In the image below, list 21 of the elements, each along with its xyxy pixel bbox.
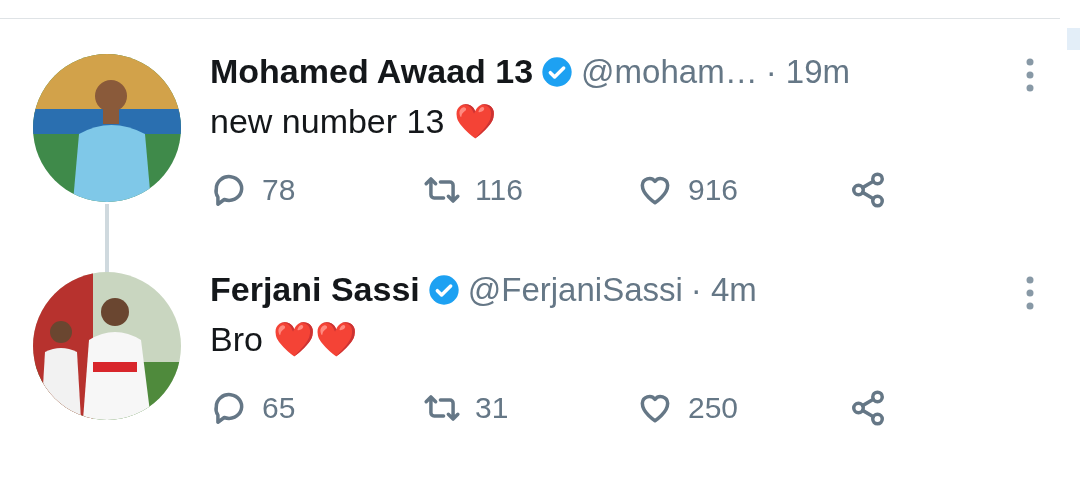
retweet-count: 31 bbox=[475, 391, 509, 425]
scrollbar[interactable] bbox=[1067, 28, 1080, 50]
tweet-text: new number 13 bbox=[210, 101, 445, 141]
user-handle[interactable]: @FerjaniSassi bbox=[467, 270, 683, 309]
timestamp: · 19m bbox=[765, 52, 850, 91]
like-count: 250 bbox=[688, 391, 739, 425]
reply-count: 78 bbox=[262, 173, 296, 207]
share-icon[interactable] bbox=[849, 389, 887, 427]
share-icon[interactable] bbox=[849, 171, 887, 209]
more-icon[interactable] bbox=[1025, 276, 1035, 310]
timestamp: · 4m bbox=[690, 270, 757, 309]
heart-emoji: ❤ bbox=[454, 101, 497, 141]
tweet-text: Bro bbox=[210, 319, 263, 359]
heart-emoji: ❤❤ bbox=[272, 319, 357, 359]
more-icon[interactable] bbox=[1025, 58, 1035, 92]
retweet-count: 116 bbox=[475, 173, 523, 207]
user-name[interactable]: Mohamed Awaad 13 bbox=[210, 52, 534, 91]
user-handle[interactable]: @moham… bbox=[581, 52, 758, 91]
like-count: 916 bbox=[688, 173, 739, 207]
user-name[interactable]: Ferjani Sassi bbox=[210, 270, 420, 309]
reply-count: 65 bbox=[262, 391, 296, 425]
